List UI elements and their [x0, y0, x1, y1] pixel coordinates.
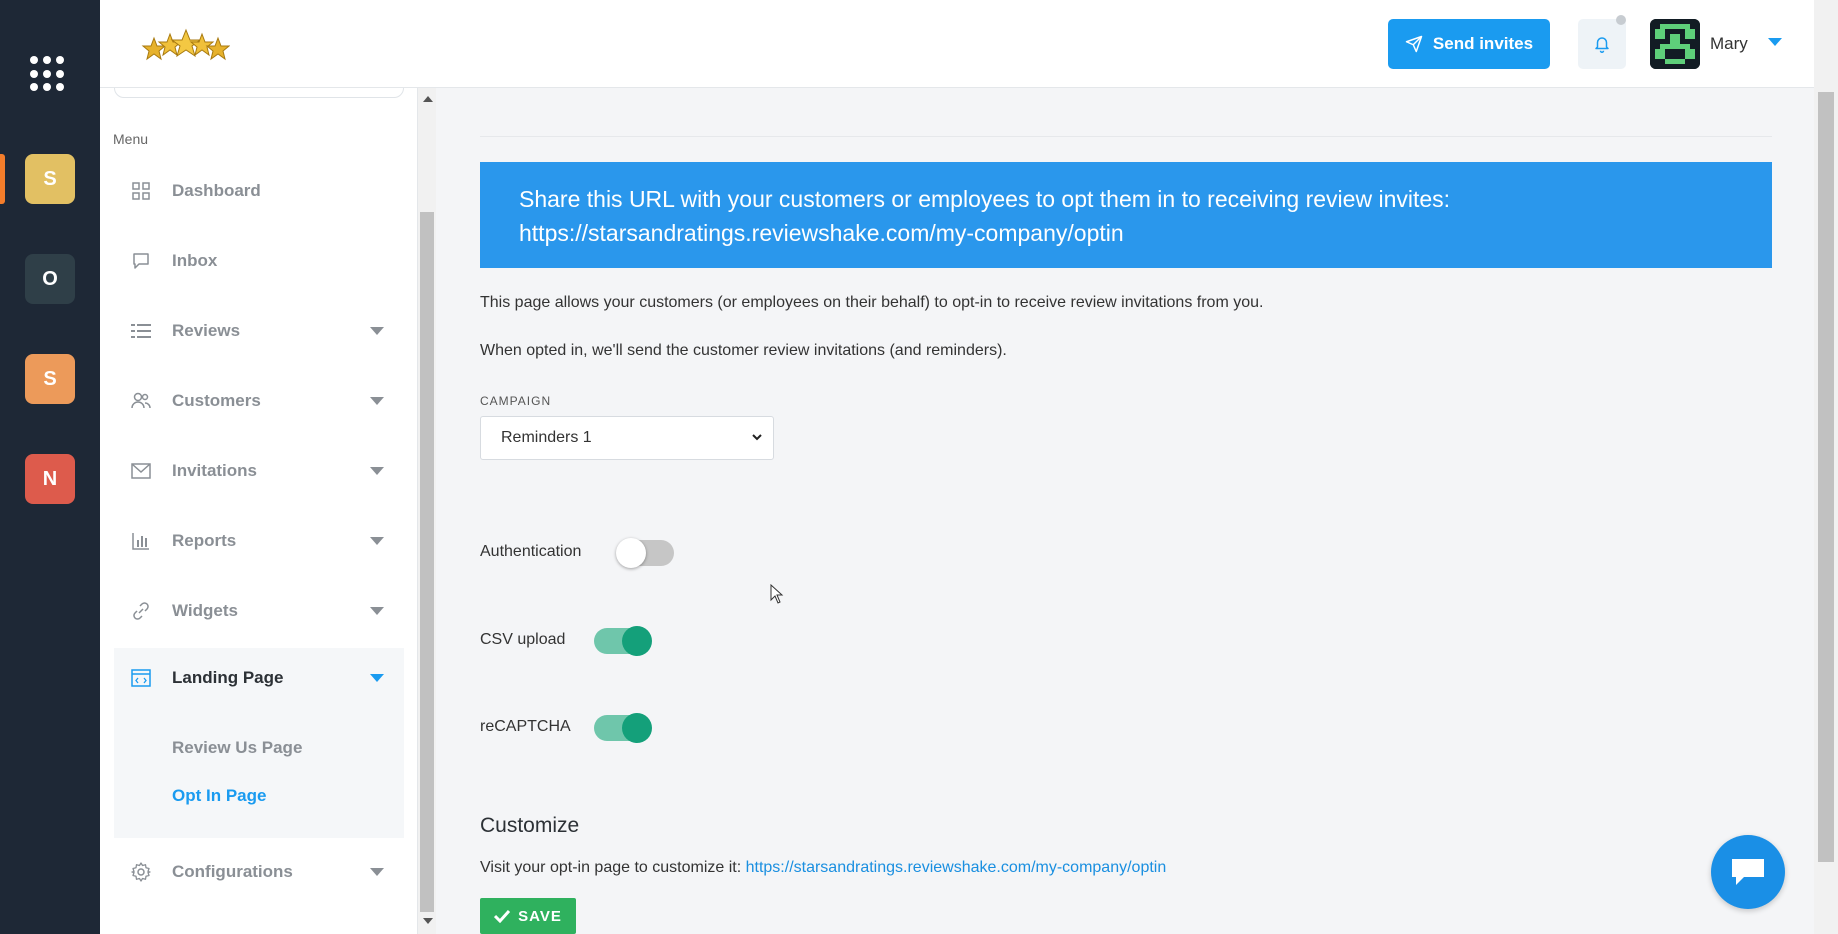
csv-upload-label: CSV upload [480, 631, 566, 648]
recaptcha-toggle[interactable] [594, 713, 652, 743]
app-switcher-s-1[interactable]: S [25, 154, 75, 204]
app-switcher-o[interactable]: O [25, 254, 75, 304]
customize-heading: Customize [480, 814, 580, 837]
campaign-select[interactable]: Reminders 1 [480, 416, 774, 460]
notifications-button[interactable] [1578, 19, 1626, 69]
reviews-list-icon [130, 320, 152, 342]
envelope-icon [130, 460, 152, 482]
description-text-1: This page allows your customers (or empl… [480, 294, 1264, 311]
banner-url[interactable]: https://starsandratings.reviewshake.com/… [519, 216, 1733, 250]
chevron-down-icon [370, 868, 384, 876]
save-button[interactable]: SAVE [480, 898, 576, 934]
sidebar-item-inbox[interactable]: Inbox [114, 231, 404, 291]
sidebar-item-configurations[interactable]: Configurations [114, 842, 404, 902]
main-content: Share this URL with your customers or em… [436, 88, 1814, 934]
top-header: Send invites Mary [100, 0, 1814, 88]
code-window-icon [130, 667, 152, 689]
stars-logo-icon[interactable] [140, 24, 230, 64]
user-avatar[interactable] [1650, 19, 1700, 69]
sidebar-item-reviews[interactable]: Reviews [114, 301, 404, 361]
sidebar-item-dashboard[interactable]: Dashboard [114, 161, 404, 221]
link-icon [130, 600, 152, 622]
description-text-2: When opted in, we'll send the customer r… [480, 342, 1007, 359]
page-scrollbar-thumb[interactable] [1818, 92, 1834, 862]
bar-chart-icon [130, 530, 152, 552]
sidebar-item-label: Customers [172, 391, 261, 410]
share-url-banner: Share this URL with your customers or em… [480, 162, 1772, 268]
opt-in-page-link[interactable]: https://starsandratings.reviewshake.com/… [746, 859, 1167, 876]
user-menu-caret-icon[interactable] [1768, 38, 1782, 46]
sidebar: Menu Dashboard Inbox Reviews Customers I… [100, 88, 418, 934]
app-rail: S O S N [0, 0, 100, 934]
chevron-down-icon [370, 674, 384, 682]
apps-grid-icon[interactable] [30, 56, 66, 92]
sidebar-item-label: Landing Page [172, 668, 284, 687]
sidebar-scrollbar-thumb[interactable] [420, 212, 434, 912]
chevron-down-icon [370, 467, 384, 475]
campaign-label: CAMPAIGN [480, 394, 552, 408]
send-invites-button[interactable]: Send invites [1388, 19, 1550, 69]
chat-bubble-icon [1732, 859, 1764, 885]
chevron-down-icon [370, 397, 384, 405]
send-invites-label: Send invites [1432, 34, 1534, 53]
menu-label: Menu [113, 131, 149, 147]
chevron-down-icon [370, 327, 384, 335]
active-app-marker [0, 154, 5, 204]
sidebar-item-label: Reports [172, 531, 237, 550]
sidebar-subitem-opt-in-page[interactable]: Opt In Page [172, 786, 266, 806]
sidebar-item-label: Widgets [172, 601, 238, 620]
sidebar-item-reports[interactable]: Reports [114, 511, 404, 571]
chat-button[interactable] [1711, 835, 1785, 909]
customize-prefix: Visit your opt-in page to customize it: [480, 859, 746, 876]
scroll-up-arrow-icon[interactable] [423, 96, 433, 102]
customers-users-icon [130, 390, 152, 412]
sidebar-item-label: Dashboard [172, 181, 261, 200]
authentication-label: Authentication [480, 543, 582, 560]
divider [480, 136, 1772, 137]
sidebar-subitem-review-us-page[interactable]: Review Us Page [172, 738, 302, 758]
recaptcha-label: reCAPTCHA [480, 718, 571, 735]
save-label: SAVE [518, 907, 562, 925]
chevron-down-icon [752, 434, 762, 441]
chevron-down-icon [370, 537, 384, 545]
paper-plane-icon [1405, 35, 1423, 53]
sidebar-search-input[interactable] [114, 88, 404, 98]
sidebar-item-customers[interactable]: Customers [114, 371, 404, 431]
sidebar-item-invitations[interactable]: Invitations [114, 441, 404, 501]
csv-upload-toggle[interactable] [594, 626, 652, 656]
banner-text: Share this URL with your customers or em… [519, 186, 1451, 212]
campaign-select-value: Reminders 1 [501, 429, 592, 446]
gear-icon [130, 861, 152, 883]
sidebar-item-widgets[interactable]: Widgets [114, 581, 404, 641]
user-name[interactable]: Mary [1710, 34, 1748, 54]
checkmark-icon [494, 909, 511, 923]
authentication-toggle[interactable] [616, 538, 674, 568]
sidebar-item-label: Inbox [172, 251, 218, 270]
mouse-cursor-icon [770, 584, 784, 604]
bell-icon [1595, 37, 1609, 53]
sidebar-item-label: Invitations [172, 461, 258, 480]
app-switcher-s-2[interactable]: S [25, 354, 75, 404]
sidebar-item-label: Configurations [172, 862, 293, 881]
chevron-down-icon [370, 607, 384, 615]
scroll-down-arrow-icon[interactable] [423, 918, 433, 924]
app-switcher-n[interactable]: N [25, 454, 75, 504]
inbox-chat-icon [130, 250, 152, 272]
dashboard-grid-icon [130, 180, 152, 202]
sidebar-item-landing-page[interactable]: Landing Page [114, 648, 404, 708]
customize-text: Visit your opt-in page to customize it: … [480, 859, 1166, 877]
sidebar-item-label: Reviews [172, 321, 241, 340]
notification-dot [1616, 15, 1626, 25]
